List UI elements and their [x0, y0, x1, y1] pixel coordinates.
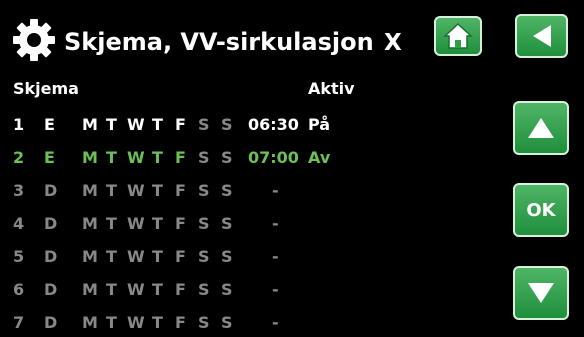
row-active: På	[308, 115, 331, 134]
day-tue: T	[106, 115, 117, 134]
row-mode: D	[44, 313, 58, 332]
schedule-row-1[interactable]: 1 E M T W T F S S 06:30 På	[0, 115, 400, 139]
day-sat: S	[198, 148, 210, 167]
day-thu: T	[152, 280, 163, 299]
schedule-row-5[interactable]: 5 D M T W T F S S -	[0, 247, 400, 271]
day-tue: T	[106, 214, 117, 233]
row-number: 7	[13, 313, 25, 332]
day-mon: M	[82, 148, 98, 167]
day-mon: M	[82, 247, 98, 266]
triangle-up-icon	[528, 118, 554, 138]
ok-button[interactable]: OK	[513, 183, 569, 237]
day-sun: S	[221, 181, 233, 200]
back-button[interactable]	[515, 14, 568, 58]
row-number: 5	[13, 247, 25, 266]
day-wed: W	[127, 181, 145, 200]
gear-icon[interactable]	[12, 18, 56, 62]
day-sun: S	[221, 115, 233, 134]
day-mon: M	[82, 214, 98, 233]
day-sat: S	[198, 247, 210, 266]
day-fri: F	[175, 247, 186, 266]
row-number: 4	[13, 214, 25, 233]
day-wed: W	[127, 313, 145, 332]
day-wed: W	[127, 115, 145, 134]
day-tue: T	[106, 148, 117, 167]
page-title: Skjema, VV-sirkulasjon	[64, 28, 374, 56]
day-wed: W	[127, 247, 145, 266]
home-button[interactable]	[434, 16, 482, 56]
day-sat: S	[198, 313, 210, 332]
day-sat: S	[198, 115, 210, 134]
column-header-schedule: Skjema	[13, 79, 79, 98]
schedule-row-2[interactable]: 2 E M T W T F S S 07:00 Av	[0, 148, 400, 172]
day-sat: S	[198, 214, 210, 233]
day-thu: T	[152, 247, 163, 266]
row-mode: E	[44, 115, 55, 134]
day-wed: W	[127, 214, 145, 233]
triangle-down-icon	[528, 283, 554, 303]
day-tue: T	[106, 313, 117, 332]
row-number: 6	[13, 280, 25, 299]
schedule-row-3[interactable]: 3 D M T W T F S S -	[0, 181, 400, 205]
day-sun: S	[221, 280, 233, 299]
day-mon: M	[82, 181, 98, 200]
row-time: -	[272, 181, 279, 200]
day-sun: S	[221, 214, 233, 233]
day-sat: S	[198, 181, 210, 200]
day-thu: T	[152, 313, 163, 332]
triangle-left-icon	[532, 25, 551, 47]
day-mon: M	[82, 280, 98, 299]
day-tue: T	[106, 247, 117, 266]
day-thu: T	[152, 148, 163, 167]
schedule-row-7[interactable]: 7 D M T W T F S S -	[0, 313, 400, 337]
day-sun: S	[221, 313, 233, 332]
day-sun: S	[221, 148, 233, 167]
day-wed: W	[127, 280, 145, 299]
day-thu: T	[152, 181, 163, 200]
schedule-row-4[interactable]: 4 D M T W T F S S -	[0, 214, 400, 238]
scroll-up-button[interactable]	[513, 101, 569, 155]
day-fri: F	[175, 280, 186, 299]
day-thu: T	[152, 115, 163, 134]
close-button[interactable]: X	[384, 30, 402, 56]
row-active: Av	[308, 148, 331, 167]
home-icon	[443, 22, 473, 49]
day-tue: T	[106, 280, 117, 299]
day-sun: S	[221, 247, 233, 266]
day-fri: F	[175, 115, 186, 134]
row-time: -	[272, 280, 279, 299]
scroll-down-button[interactable]	[513, 266, 569, 320]
day-thu: T	[152, 214, 163, 233]
row-time: -	[272, 214, 279, 233]
row-mode: E	[44, 148, 55, 167]
row-mode: D	[44, 214, 58, 233]
row-number: 1	[13, 115, 25, 134]
day-fri: F	[175, 313, 186, 332]
day-wed: W	[127, 148, 145, 167]
day-fri: F	[175, 181, 186, 200]
row-number: 2	[13, 148, 25, 167]
row-time: -	[272, 313, 279, 332]
row-time: -	[272, 247, 279, 266]
day-fri: F	[175, 148, 186, 167]
schedule-row-6[interactable]: 6 D M T W T F S S -	[0, 280, 400, 304]
day-mon: M	[82, 313, 98, 332]
row-mode: D	[44, 280, 58, 299]
day-fri: F	[175, 214, 186, 233]
column-header-active: Aktiv	[308, 79, 355, 98]
row-time: 07:00	[248, 148, 299, 167]
row-number: 3	[13, 181, 25, 200]
row-mode: D	[44, 181, 58, 200]
day-mon: M	[82, 115, 98, 134]
header-bar: Skjema, VV-sirkulasjon X	[0, 0, 584, 80]
day-sat: S	[198, 280, 210, 299]
row-time: 06:30	[248, 115, 299, 134]
row-mode: D	[44, 247, 58, 266]
day-tue: T	[106, 181, 117, 200]
